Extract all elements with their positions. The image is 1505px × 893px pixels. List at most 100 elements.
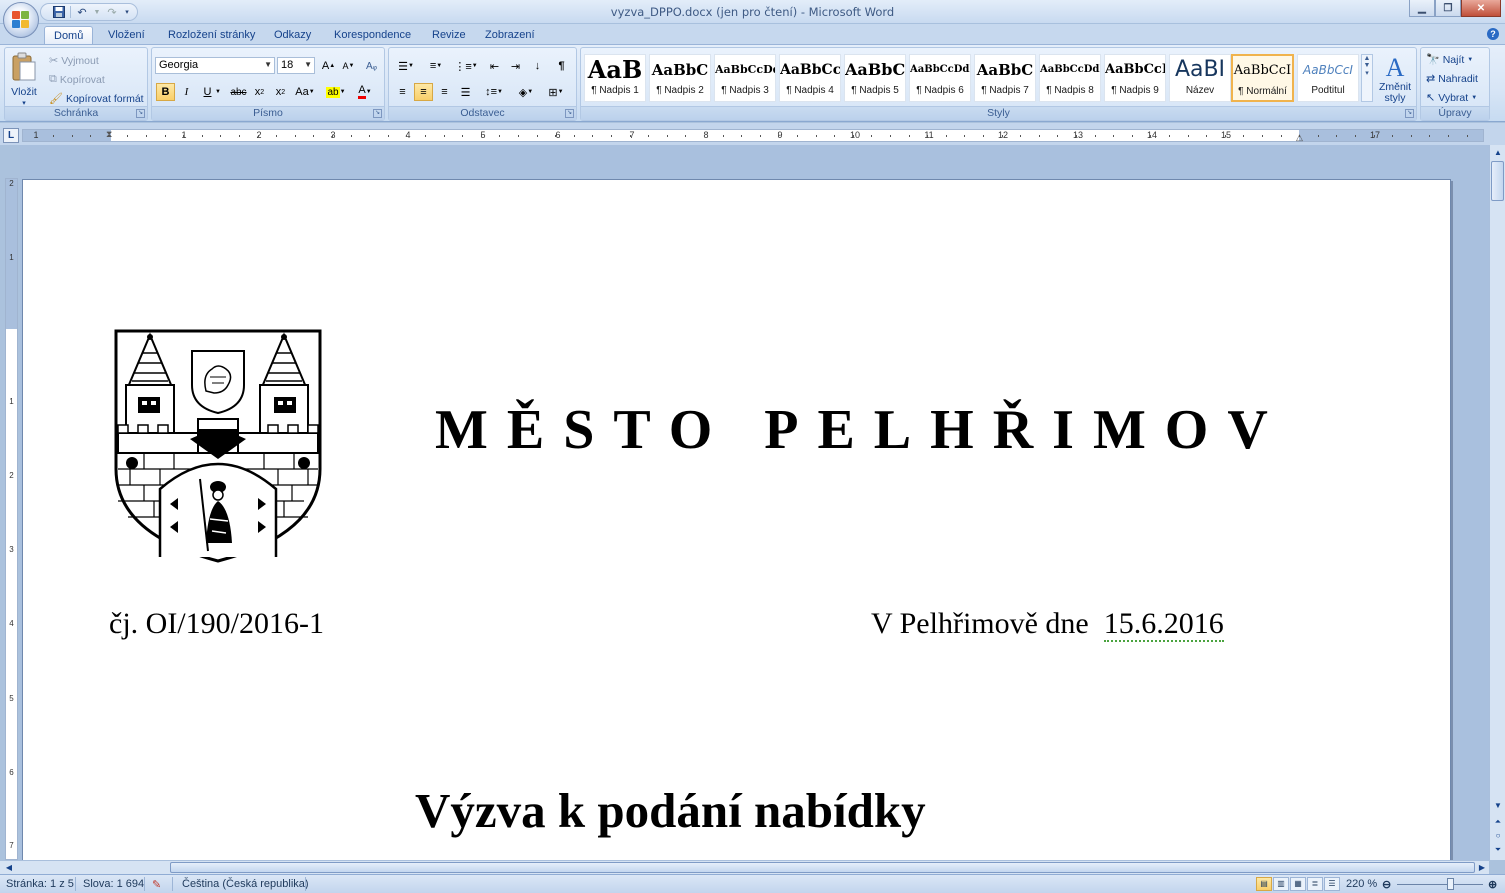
scroll-right-button[interactable]: ▶ xyxy=(1475,861,1489,874)
tab-view[interactable]: Zobrazení xyxy=(476,26,544,44)
borders-button[interactable]: ⊞ ▼ xyxy=(543,83,569,101)
styles-launcher-icon[interactable]: ↘ xyxy=(1405,109,1414,118)
highlight-icon: ab xyxy=(326,86,340,98)
change-styles-button[interactable]: A Změnit styly xyxy=(1376,54,1414,104)
style-heading-1[interactable]: AaB ¶ Nadpis 1 xyxy=(584,54,646,102)
style-heading-7[interactable]: AaBbC ¶ Nadpis 7 xyxy=(974,54,1036,102)
tab-review[interactable]: Revize xyxy=(423,26,475,44)
web-layout-view-icon[interactable]: ▦ xyxy=(1290,877,1306,891)
horizontal-ruler[interactable]: 112345678910111213141517⧗△ xyxy=(22,129,1484,142)
align-center-button[interactable]: ≡ xyxy=(414,83,433,101)
subscript-button[interactable]: x2 xyxy=(250,83,269,101)
style-sample: AaB xyxy=(587,55,643,84)
tab-home[interactable]: Domů xyxy=(44,26,94,44)
style-heading-6[interactable]: AaBbCcDdI ¶ Nadpis 6 xyxy=(909,54,971,102)
bold-button[interactable]: B xyxy=(156,83,175,101)
vertical-ruler[interactable]: 2 1 1 2 3 4 5 6 7 xyxy=(5,178,18,860)
clear-formatting-button[interactable]: Aᵩ xyxy=(362,57,381,75)
zoom-in-icon[interactable]: ⊕ xyxy=(1488,878,1497,891)
right-indent-marker-icon[interactable]: △ xyxy=(1296,132,1303,143)
styles-gallery-scroll[interactable]: ▲ ▼ ▾ xyxy=(1361,54,1373,102)
replace-button[interactable]: ⇄ Nahradit xyxy=(1426,72,1478,86)
clipboard-launcher-icon[interactable]: ↘ xyxy=(136,109,145,118)
line-spacing-button[interactable]: ↕≡ ▼ xyxy=(481,83,507,101)
scroll-up-button[interactable]: ▲ xyxy=(1491,146,1505,160)
font-size-combo[interactable]: 18 ▼ xyxy=(277,57,315,74)
office-button[interactable] xyxy=(3,2,39,38)
format-painter-button[interactable]: 🖌 Kopírovat formát xyxy=(49,92,144,106)
select-button[interactable]: ↖ Vybrat ▼ xyxy=(1426,91,1477,105)
style-heading-3[interactable]: AaBbCcDd ¶ Nadpis 3 xyxy=(714,54,776,102)
sort-button[interactable]: ↓ xyxy=(528,57,547,75)
zoom-level[interactable]: 220 % xyxy=(1346,878,1377,890)
tab-insert[interactable]: Vložení xyxy=(99,26,154,44)
find-button[interactable]: 🔭 Najít ▼ xyxy=(1426,53,1473,67)
page-count[interactable]: Stránka: 1 z 5 xyxy=(6,878,74,890)
next-page-button[interactable]: ⏷ xyxy=(1491,843,1505,857)
previous-page-button[interactable]: ⏶ xyxy=(1491,815,1505,829)
vertical-scroll-thumb[interactable] xyxy=(1491,161,1504,201)
font-launcher-icon[interactable]: ↘ xyxy=(373,109,382,118)
show-formatting-button[interactable]: ¶ xyxy=(552,57,571,75)
language-indicator[interactable]: Čeština (Česká republika) xyxy=(182,878,309,890)
shading-button[interactable]: ◈ ▼ xyxy=(513,83,539,101)
decrease-indent-button[interactable]: ⇤ xyxy=(485,57,504,75)
style-subtitle[interactable]: AaBbCcI Podtitul xyxy=(1297,54,1359,102)
horizontal-scroll-thumb[interactable] xyxy=(170,862,1475,873)
cut-button[interactable]: ✂ Vyjmout xyxy=(49,54,99,68)
align-right-button[interactable]: ≡ xyxy=(435,83,454,101)
style-heading-8[interactable]: AaBbCcDdI ¶ Nadpis 8 xyxy=(1039,54,1101,102)
style-heading-5[interactable]: AaBbC ¶ Nadpis 5 xyxy=(844,54,906,102)
italic-button[interactable]: I xyxy=(177,83,196,101)
ruler-tick xyxy=(816,135,817,137)
indent-marker-icon[interactable]: ⧗ xyxy=(106,129,112,140)
multilevel-list-button[interactable]: ⋮≡ ▼ xyxy=(453,57,479,75)
ruler-tick xyxy=(704,135,705,137)
help-icon[interactable]: ? xyxy=(1487,28,1499,40)
tab-references[interactable]: Odkazy xyxy=(265,26,320,44)
increase-indent-button[interactable]: ⇥ xyxy=(506,57,525,75)
font-name-combo[interactable]: Georgia ▼ xyxy=(155,57,275,74)
scroll-left-button[interactable]: ◀ xyxy=(2,861,16,874)
grow-font-button[interactable]: A ▲ xyxy=(319,57,338,75)
browse-object-button[interactable]: ○ xyxy=(1491,829,1505,843)
zoom-slider-track[interactable] xyxy=(1397,884,1483,885)
paragraph-launcher-icon[interactable]: ↘ xyxy=(565,109,574,118)
vertical-scrollbar[interactable]: ▲ ▼ ⏶ ○ ⏷ xyxy=(1489,145,1505,860)
ruler-number: 6 xyxy=(555,130,561,140)
tab-page-layout[interactable]: Rozložení stránky xyxy=(159,26,264,44)
copy-button[interactable]: ⧉ Kopírovat xyxy=(49,73,105,86)
paste-button[interactable]: Vložit ▾ xyxy=(11,52,37,107)
tab-mailings[interactable]: Korespondence xyxy=(325,26,420,44)
style-heading-2[interactable]: AaBbC ¶ Nadpis 2 xyxy=(649,54,711,102)
align-left-button[interactable]: ≡ xyxy=(393,83,412,101)
zoom-slider-thumb[interactable] xyxy=(1447,878,1454,890)
full-screen-reading-view-icon[interactable]: ▥ xyxy=(1273,877,1289,891)
scroll-down-button[interactable]: ▼ xyxy=(1491,799,1505,813)
highlight-button[interactable]: ab ▼ xyxy=(323,83,349,101)
close-button[interactable]: ✕ xyxy=(1461,0,1501,17)
restore-button[interactable]: ❐ xyxy=(1435,0,1461,17)
bullets-button[interactable]: ☰ ▼ xyxy=(393,57,419,75)
style-normal[interactable]: AaBbCcI ¶ Normální xyxy=(1231,54,1294,102)
numbering-button[interactable]: ≡ ▼ xyxy=(423,57,449,75)
draft-view-icon[interactable]: ☰ xyxy=(1324,877,1340,891)
style-heading-9[interactable]: AaBbCcI ¶ Nadpis 9 xyxy=(1104,54,1166,102)
shrink-font-button[interactable]: A ▼ xyxy=(339,57,358,75)
change-case-button[interactable]: Aa ▼ xyxy=(293,83,317,101)
style-heading-4[interactable]: AaBbCcI ¶ Nadpis 4 xyxy=(779,54,841,102)
proofing-icon[interactable]: ✎ xyxy=(152,878,161,891)
justify-button[interactable]: ☰ xyxy=(456,83,475,101)
font-color-button[interactable]: A ▼ xyxy=(352,83,378,101)
underline-dropdown-icon[interactable]: ▼ xyxy=(214,83,222,101)
strikethrough-button[interactable]: abc xyxy=(229,83,248,101)
tab-selector[interactable]: L xyxy=(3,128,19,143)
outline-view-icon[interactable]: ≣ xyxy=(1307,877,1323,891)
minimize-button[interactable]: ▁ xyxy=(1409,0,1435,17)
superscript-button[interactable]: x2 xyxy=(271,83,290,101)
style-title[interactable]: AaBI Název xyxy=(1169,54,1231,102)
word-count[interactable]: Slova: 1 694 xyxy=(83,878,144,890)
print-layout-view-icon[interactable]: ▤ xyxy=(1256,877,1272,891)
horizontal-scrollbar[interactable]: ◀ ▶ xyxy=(0,860,1489,874)
zoom-out-icon[interactable]: ⊖ xyxy=(1382,878,1391,891)
